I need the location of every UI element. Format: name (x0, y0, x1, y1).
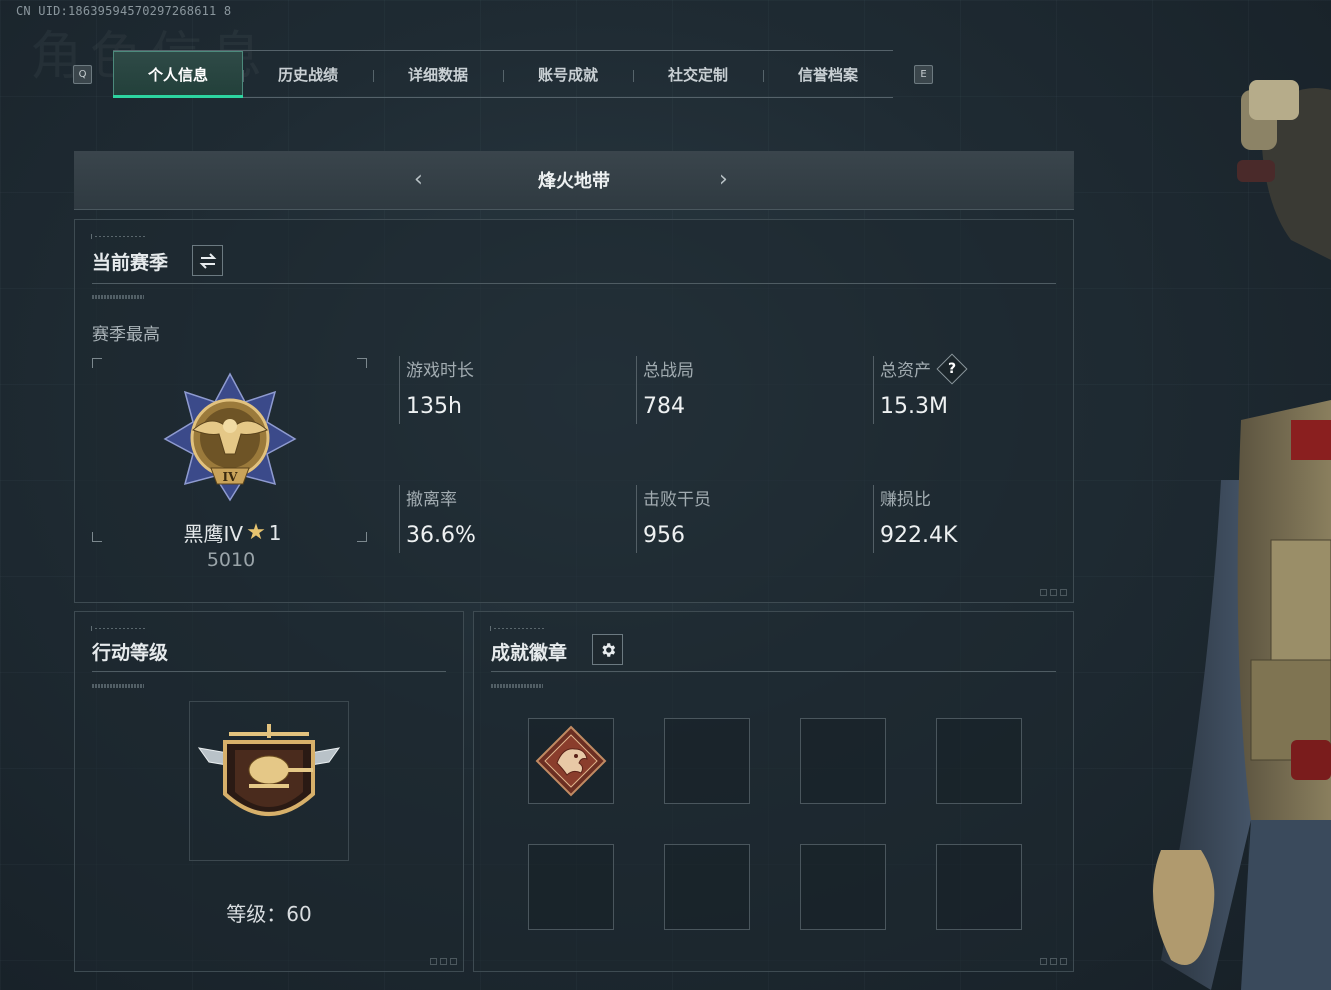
badge-slot-empty[interactable] (800, 718, 886, 804)
stat-value: 956 (643, 523, 685, 548)
stat-label: 撤离率 (406, 490, 457, 510)
tab-social-customization[interactable]: 社交定制 (633, 51, 763, 97)
dots-decoration (92, 684, 144, 688)
star-icon: ★ (246, 520, 266, 545)
frame-corner (92, 532, 102, 542)
chevron-right-icon[interactable]: › (719, 167, 728, 192)
tab-bar: 个人信息 历史战绩 详细数据 账号成就 社交定制 信誉档案 (113, 50, 893, 98)
badge-slot-dragon[interactable] (528, 718, 614, 804)
divider (491, 671, 1056, 672)
rank-points: 5010 (206, 549, 256, 571)
mode-title: 烽火地带 (538, 171, 610, 192)
key-hint-e[interactable]: E (914, 65, 933, 84)
helicopter-level-emblem (197, 724, 341, 816)
swap-icon[interactable] (192, 245, 223, 276)
tab-credit-record[interactable]: 信誉档案 (763, 51, 893, 97)
help-icon[interactable]: ? (936, 352, 968, 385)
badge-slot-empty[interactable] (936, 844, 1022, 930)
mode-selector: ‹ 烽火地带 › (74, 151, 1074, 210)
chevron-left-icon[interactable]: ‹ (414, 167, 423, 192)
level-label: 等级： (226, 902, 287, 926)
tab-match-history[interactable]: 历史战绩 (243, 51, 373, 97)
action-level-panel: 行动等级 等级：60 (74, 611, 464, 972)
frame-corner (92, 358, 102, 368)
stat-value: 15.3M (880, 394, 948, 419)
achievement-badges-panel: 成就徽章 (473, 611, 1074, 972)
panel-tick-decoration (91, 626, 146, 631)
badge-slot-empty[interactable] (664, 844, 750, 930)
stat-label: 总资产 (880, 361, 931, 381)
stat-play-time: 游戏时长 135h (399, 356, 474, 424)
stat-value: 36.6% (406, 523, 476, 548)
stat-value: 922.4K (880, 523, 958, 548)
tab-account-achievements[interactable]: 账号成就 (503, 51, 633, 97)
stat-label: 总战局 (643, 361, 694, 381)
frame-corner (357, 532, 367, 542)
corner-decoration (430, 958, 457, 965)
badge-slot-empty[interactable] (664, 718, 750, 804)
stat-label-row: 总资产 ? (880, 352, 968, 385)
rank-name: 黑鹰IV (183, 522, 244, 546)
season-title: 当前赛季 (92, 252, 169, 274)
key-hint-q[interactable]: Q (73, 65, 92, 84)
tab-detailed-data[interactable]: 详细数据 (373, 51, 503, 97)
stat-value: 784 (643, 394, 685, 419)
rank-name-row: 黑鹰IV ★ 1 (175, 518, 290, 547)
divider (92, 671, 446, 672)
stat-label: 赚损比 (880, 490, 931, 510)
level-value: 60 (286, 902, 312, 926)
stat-label: 击败干员 (643, 490, 711, 510)
dragon-badge-icon (535, 725, 607, 797)
corner-decoration (1040, 958, 1067, 965)
stat-total-matches: 总战局 784 (636, 356, 694, 424)
badges-title: 成就徽章 (491, 642, 568, 664)
badge-slot-empty[interactable] (936, 718, 1022, 804)
action-level-title: 行动等级 (92, 642, 169, 664)
badge-slot-empty[interactable] (800, 844, 886, 930)
tab-personal-info[interactable]: 个人信息 (113, 51, 243, 98)
black-eagle-rank-emblem: IV (163, 372, 297, 502)
stat-extraction-rate: 撤离率 36.6% (399, 485, 476, 553)
season-highest-label: 赛季最高 (92, 325, 160, 345)
dots-decoration (491, 684, 543, 688)
svg-text:IV: IV (223, 470, 239, 484)
season-panel: 当前赛季 赛季最高 IV 黑鹰IV ★ 1 5010 游戏时长 135h 总战局… (74, 219, 1074, 603)
rank-star-count: 1 (268, 520, 282, 545)
frame-corner (357, 358, 367, 368)
panel-tick-decoration (490, 626, 545, 631)
divider (92, 283, 1056, 284)
stat-value: 135h (406, 394, 462, 419)
corner-decoration (1040, 589, 1067, 596)
stat-label: 游戏时长 (406, 361, 474, 381)
gear-icon[interactable] (592, 634, 623, 665)
panel-tick-decoration (91, 234, 146, 239)
stat-profit-loss-ratio: 赚损比 922.4K (873, 485, 957, 553)
dots-decoration (92, 295, 144, 299)
operator-character-model (1153, 80, 1331, 990)
badge-slot-empty[interactable] (528, 844, 614, 930)
stat-operators-defeated: 击败干员 956 (636, 485, 711, 553)
stat-total-assets: 总资产 ? 15.3M (873, 352, 968, 424)
uid-label: CN UID:18639594570297268611 8 (16, 4, 232, 18)
level-row: 等级：60 (75, 898, 463, 927)
